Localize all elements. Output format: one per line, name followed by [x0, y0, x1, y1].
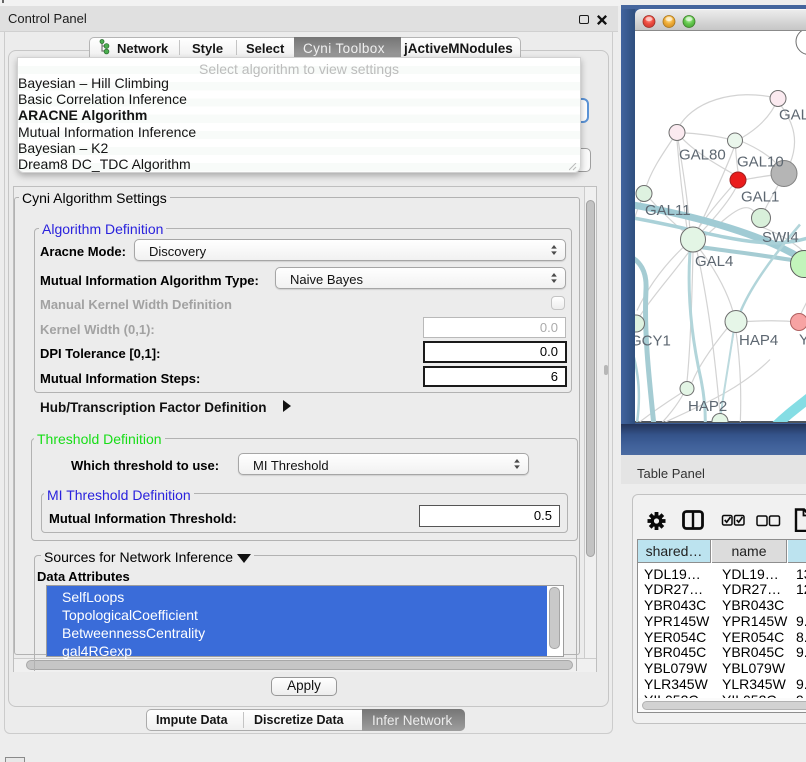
- svg-text:GAL4: GAL4: [695, 253, 733, 270]
- svg-text:YJ: YJ: [799, 332, 806, 349]
- svg-text:GAL10: GAL10: [737, 154, 784, 171]
- svg-text:GAL1: GAL1: [741, 189, 779, 206]
- svg-text:GAL7: GAL7: [779, 107, 806, 124]
- svg-text:GCY1: GCY1: [635, 333, 671, 350]
- svg-text:GAL11: GAL11: [645, 202, 691, 219]
- svg-text:SWI4: SWI4: [762, 229, 799, 246]
- svg-text:HAP4: HAP4: [739, 332, 778, 349]
- svg-text:HAP2: HAP2: [688, 398, 727, 415]
- svg-text:GAL80: GAL80: [679, 147, 726, 164]
